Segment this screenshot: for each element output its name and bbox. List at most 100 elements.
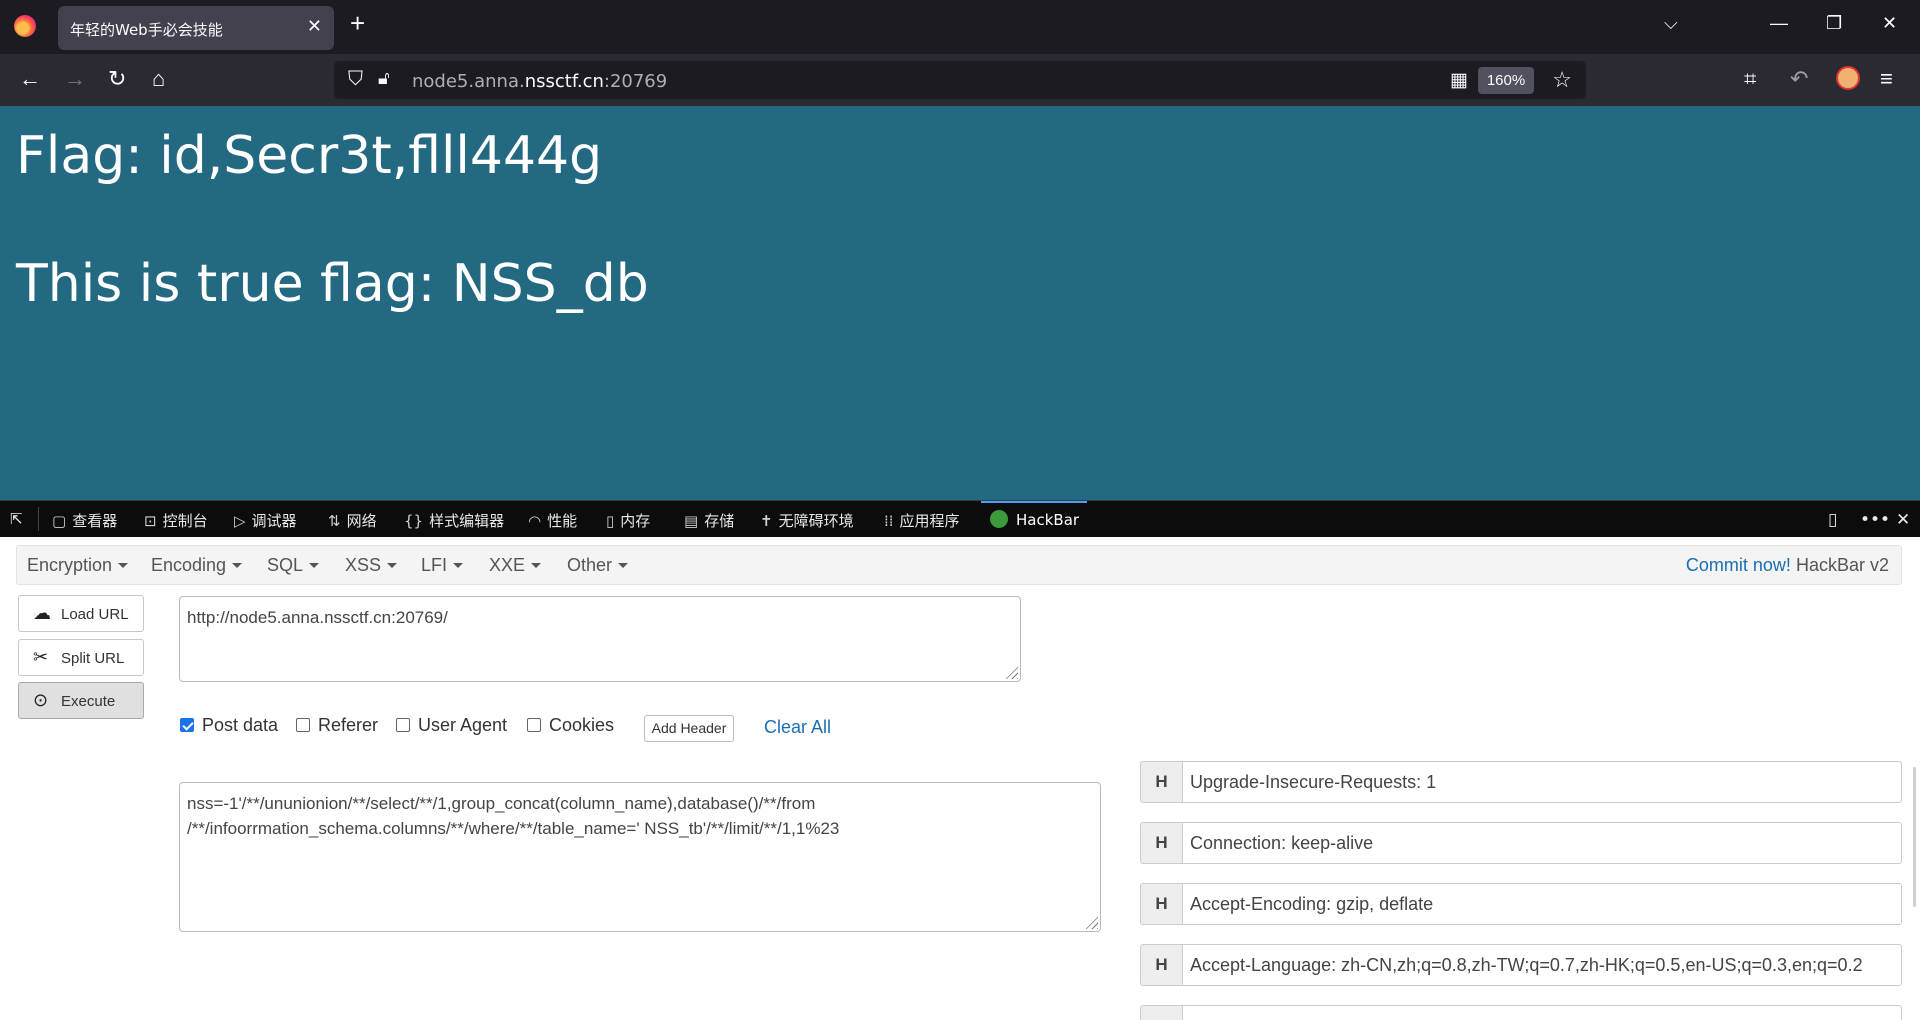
execute-button[interactable]: ⊙ Execute — [18, 682, 144, 719]
memory-icon: ▯ — [606, 512, 615, 530]
profile-extension-icon[interactable] — [1836, 66, 1860, 90]
tab-list-chevron-icon[interactable]: ⌵ — [1664, 13, 1678, 34]
header-row[interactable]: H Accept-Encoding: gzip, deflate — [1140, 883, 1902, 925]
devtools-tab-application[interactable]: ⁞⁞ 应用程序 — [884, 510, 960, 531]
post-body-line-2: /**/infoorrmation_schema.columns/**/wher… — [187, 819, 840, 838]
back-arrow-icon[interactable]: ← — [19, 66, 41, 92]
hackbar-icon — [990, 510, 1008, 528]
header-value-partial[interactable] — [1182, 1005, 1902, 1020]
post-data-textarea[interactable]: nss=-1'/**/ununionion/**/select/**/1,gro… — [179, 782, 1101, 932]
header-row[interactable]: H Accept-Language: zh-CN,zh;q=0.8,zh-TW;… — [1140, 944, 1902, 986]
undo-extension-icon[interactable]: ↶ — [1790, 66, 1808, 92]
devtools-tab-inspector[interactable]: ▢ 查看器 — [52, 510, 117, 531]
checkbox-icon — [396, 718, 410, 732]
checkbox-checked-icon — [180, 718, 194, 732]
commit-notice: Commit now! HackBar v2 — [1686, 555, 1889, 576]
devtools-tab-hackbar[interactable]: HackBar — [990, 510, 1079, 529]
header-value-input[interactable]: Accept-Encoding: gzip, deflate — [1182, 883, 1902, 925]
console-icon: ⊡ — [144, 512, 157, 530]
devtools-tab-style-editor[interactable]: {} 样式编辑器 — [404, 510, 504, 531]
tab-close-icon[interactable]: ✕ — [307, 16, 322, 37]
element-picker-icon[interactable]: ⇱ — [10, 510, 23, 528]
devtools-tab-memory[interactable]: ▯ 内存 — [606, 510, 650, 531]
header-badge: H — [1140, 761, 1182, 803]
header-badge: H — [1140, 944, 1182, 986]
menu-encryption[interactable]: Encryption — [27, 555, 128, 576]
header-value-input[interactable]: Upgrade-Insecure-Requests: 1 — [1182, 761, 1902, 803]
header-value-input[interactable]: Connection: keep-alive — [1182, 822, 1902, 864]
header-row[interactable]: H Connection: keep-alive — [1140, 822, 1902, 864]
browser-tab[interactable]: 年轻的Web手必会技能 ✕ — [58, 6, 334, 50]
header-badge-partial — [1140, 1005, 1182, 1020]
resize-grip-icon[interactable] — [1084, 915, 1098, 929]
devtools-tab-console[interactable]: ⊡ 控制台 — [144, 510, 208, 531]
checkbox-icon — [296, 718, 310, 732]
screenshot-crop-icon[interactable]: ⌗ — [1744, 66, 1756, 92]
reload-icon[interactable]: ↻ — [108, 66, 126, 92]
header-row-partial[interactable] — [1140, 1005, 1902, 1020]
close-devtools-icon[interactable]: ✕ — [1896, 510, 1910, 530]
split-url-button[interactable]: ✂ Split URL — [18, 639, 144, 676]
resize-grip-icon[interactable] — [1004, 665, 1018, 679]
menu-xxe[interactable]: XXE — [489, 555, 541, 576]
clear-all-link[interactable]: Clear All — [764, 717, 831, 738]
commit-now-link[interactable]: Commit now! — [1686, 555, 1791, 575]
lock-insecure-icon[interactable]: 🔓︎ — [378, 68, 390, 89]
referer-checkbox[interactable]: Referer — [296, 715, 378, 736]
forward-arrow-icon[interactable]: → — [64, 66, 86, 92]
url-input[interactable]: http://node5.anna.nssctf.cn:20769/ — [179, 596, 1021, 682]
dock-side-icon[interactable]: ▯ — [1828, 510, 1837, 530]
hackbar-version: HackBar v2 — [1795, 555, 1889, 575]
qr-code-icon[interactable]: ▦ — [1450, 69, 1468, 92]
checkbox-icon — [527, 718, 541, 732]
shield-icon[interactable]: ⛉ — [348, 68, 363, 91]
header-value-input[interactable]: Accept-Language: zh-CN,zh;q=0.8,zh-TW;q=… — [1182, 944, 1902, 986]
menu-lfi[interactable]: LFI — [421, 555, 463, 576]
inspector-icon: ▢ — [52, 512, 67, 530]
menu-other[interactable]: Other — [567, 555, 628, 576]
network-icon: ⇅ — [328, 512, 341, 530]
application-icon: ⁞⁞ — [884, 512, 894, 530]
header-row[interactable]: H Upgrade-Insecure-Requests: 1 — [1140, 761, 1902, 803]
cookies-checkbox[interactable]: Cookies — [527, 715, 614, 736]
devtools-tab-debugger[interactable]: ▷ 调试器 — [234, 510, 297, 531]
new-tab-button[interactable]: + — [350, 10, 365, 36]
devtools-toolbar: ⇱ ▢ 查看器 ⊡ 控制台 ▷ 调试器 ⇅ 网络 {} 样式编辑器 ◠ 性能 ▯ 内存 ▤ 存储… — [0, 500, 1920, 537]
cloud-download-icon: ☁ — [33, 603, 51, 623]
post-data-checkbox[interactable]: Post data — [180, 715, 278, 736]
toolbar-divider — [38, 507, 39, 531]
app-menu-icon[interactable]: ≡ — [1880, 66, 1893, 92]
bookmark-star-icon[interactable]: ☆ — [1552, 67, 1572, 93]
scissors-icon: ✂ — [33, 647, 49, 667]
minimize-icon[interactable]: — — [1770, 13, 1788, 34]
header-badge: H — [1140, 883, 1182, 925]
menu-xss[interactable]: XSS — [345, 555, 397, 576]
flag-columns-text: Flag: id,Secr3t,flll444g — [16, 126, 603, 186]
panel-scrollbar[interactable] — [1913, 767, 1916, 907]
devtools-tab-accessibility[interactable]: ✝ 无障碍环境 — [760, 510, 854, 531]
tab-bar: 年轻的Web手必会技能 ✕ + ⌵ — ❐ ✕ — [0, 0, 1920, 54]
close-window-icon[interactable]: ✕ — [1882, 13, 1897, 34]
hackbar-panel: Encryption Encoding SQL XSS LFI XXE Othe… — [0, 537, 1920, 1020]
menu-encoding[interactable]: Encoding — [151, 555, 242, 576]
add-header-button[interactable]: Add Header — [644, 715, 734, 742]
devtools-tab-storage[interactable]: ▤ 存储 — [684, 510, 734, 531]
devtools-tab-network[interactable]: ⇅ 网络 — [328, 510, 377, 531]
restore-icon[interactable]: ❐ — [1826, 13, 1842, 34]
active-tab-indicator — [981, 501, 1087, 503]
url-text[interactable]: node5.anna.nssctf.cn:20769 — [412, 71, 667, 92]
menu-sql[interactable]: SQL — [267, 555, 319, 576]
devtools-tab-performance[interactable]: ◠ 性能 — [528, 510, 577, 531]
post-body-line-1: nss=-1'/**/ununionion/**/select/**/1,gro… — [187, 794, 816, 813]
style-editor-icon: {} — [404, 512, 424, 530]
performance-icon: ◠ — [528, 512, 542, 530]
more-options-icon[interactable]: ••• — [1860, 510, 1890, 530]
home-icon[interactable]: ⌂ — [152, 66, 165, 92]
user-agent-checkbox[interactable]: User Agent — [396, 715, 507, 736]
firefox-logo-icon[interactable] — [14, 15, 36, 37]
zoom-level-badge[interactable]: 160% — [1478, 67, 1534, 94]
load-url-button[interactable]: ☁ Load URL — [18, 595, 144, 632]
address-bar[interactable]: ⛉ 🔓︎ node5.anna.nssctf.cn:20769 ▦ 160% ☆ — [334, 61, 1586, 99]
debugger-icon: ▷ — [234, 512, 246, 530]
header-badge: H — [1140, 822, 1182, 864]
